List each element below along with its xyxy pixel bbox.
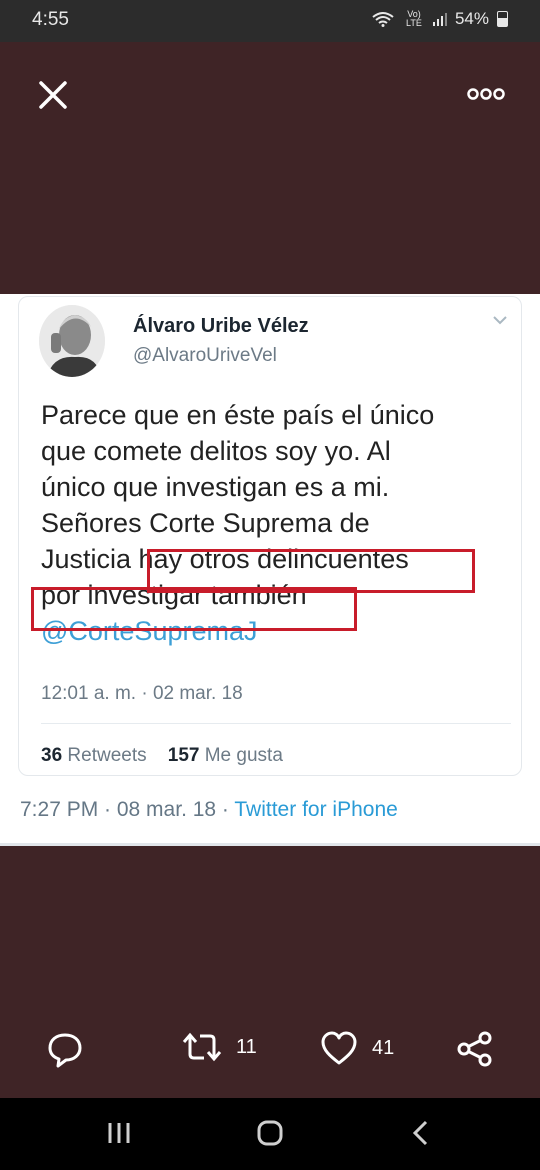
tweet-card: Álvaro Uribe Vélez @AlvaroUriveVel Parec… [18,296,522,776]
recent-apps-icon [108,1123,130,1143]
more-options-button[interactable] [466,84,506,104]
status-time: 4:55 [32,9,69,30]
home-button[interactable] [256,1120,284,1151]
tweet-stats: 36 Retweets 157 Me gusta [41,745,283,767]
comment-icon [48,1033,82,1068]
tweet-text-line: único que investigan es a mi. [41,472,390,502]
retweets-count: 36 [41,745,63,766]
author-name: Álvaro Uribe Vélez [133,315,309,337]
share-icon [457,1031,492,1067]
home-icon [257,1120,283,1146]
wifi-icon [372,12,394,27]
heart-icon [321,1031,357,1065]
close-button[interactable] [36,78,70,112]
post-meta: 7:27 PM · 08 mar. 18 · Twitter for iPhon… [20,798,398,822]
network-type: Vo) LTE [406,9,422,28]
more-horizontal-icon [467,88,505,100]
signal-icon [432,13,447,26]
battery-percent: 54% [454,9,489,28]
author-handle: @AlvaroUriveVel [133,345,277,366]
back-button[interactable] [410,1120,432,1151]
navigation-bar [0,1098,540,1170]
divider [0,843,540,846]
recent-apps-button[interactable] [106,1120,132,1151]
like-count: 41 [372,1036,395,1059]
highlight-box [31,587,357,631]
like-button[interactable]: 41 [320,1030,394,1066]
post-source: Twitter for iPhone [234,798,398,821]
post-image[interactable]: Álvaro Uribe Vélez @AlvaroUriveVel Parec… [0,294,540,846]
avatar [39,305,105,377]
action-bar: 11 41 [0,1030,540,1080]
status-indicators: Vo) LTE 54% [371,9,508,29]
tweet-text-line: Señores Corte Suprema de [41,508,370,538]
battery-icon [497,11,508,27]
retweet-icon [182,1032,222,1062]
back-icon [412,1120,428,1146]
tweet-text-line: Parece que en éste país el único [41,400,435,430]
close-icon [39,81,67,109]
tweet-text-line: que comete delitos soy yo. Al [41,436,391,466]
chevron-down-icon [493,316,507,325]
tweet-date: 12:01 a. m. · 02 mar. 18 [41,683,243,704]
share-button[interactable] [456,1030,494,1068]
post-timestamp: 7:27 PM · 08 mar. 18 · [20,798,235,821]
likes-count: 157 [167,745,200,766]
retweet-count: 11 [236,1035,257,1058]
divider [41,723,511,724]
reply-button[interactable] [46,1030,84,1068]
likes-label: Me gusta [204,745,283,766]
retweet-button[interactable]: 11 [182,1030,257,1064]
retweets-label: Retweets [67,745,147,766]
status-bar: 4:55 Vo) LTE 54% [0,0,540,42]
